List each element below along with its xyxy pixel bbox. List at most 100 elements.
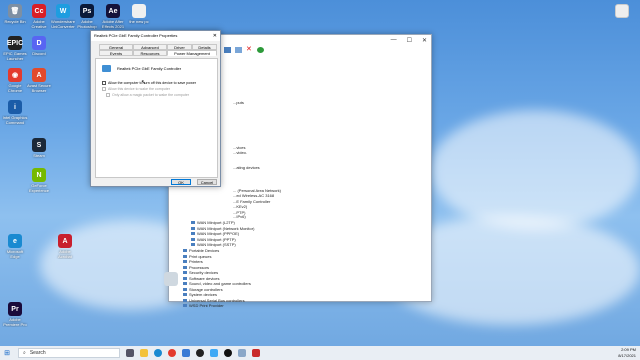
properties-dialog: Realtek PCIe GbE Family Controller Prope…: [90, 30, 221, 187]
desktop-icon-label: Discord: [32, 51, 46, 56]
app-icon: e: [8, 234, 22, 248]
desktop-icon-photo[interactable]: [158, 272, 184, 286]
app-icon: A: [32, 68, 46, 82]
device-icon: [191, 243, 195, 247]
desktop-icon[interactable]: e Microsoft Edge: [2, 234, 28, 259]
device-icon: [183, 304, 187, 308]
tree-item-label: Sound, video and game controllers: [189, 281, 251, 286]
close-button[interactable]: ✕: [422, 37, 427, 44]
desktop-icon-label: Avast Secure Browser: [27, 83, 51, 93]
desktop-icon[interactable]: Ae Adobe After Effects 2021: [100, 4, 126, 29]
tree-item[interactable]: ...puts: [233, 100, 244, 106]
desktop-icon[interactable]: iIntel Graphics Command Center: [2, 100, 28, 125]
device-manager-taskbar-icon[interactable]: [238, 349, 246, 357]
minimize-button[interactable]: —: [391, 37, 397, 43]
checkbox[interactable]: [102, 81, 106, 85]
app-icon: N: [32, 168, 46, 182]
device-icon: [183, 266, 187, 270]
tree-item-label: System devices: [189, 292, 218, 297]
app-icon[interactable]: [210, 349, 218, 357]
tree-item-label: WAN Miniport (PPPOE): [197, 231, 240, 236]
app-icon: 🗑: [8, 4, 22, 18]
maximize-button[interactable]: ☐: [407, 37, 412, 44]
search-box[interactable]: ⌕ Search: [18, 348, 120, 358]
tab-power-management[interactable]: Power Management: [167, 50, 217, 56]
device-icon: [191, 238, 195, 242]
desktop-icon-label: Microsoft Edge: [6, 249, 24, 259]
desktop-icon[interactable]: 🗑 Recycle Bin: [2, 4, 28, 29]
task-view-icon[interactable]: [126, 349, 134, 357]
desktop-icon-label: Recycle Bin: [4, 19, 26, 24]
desktop-icon[interactable]: the new pc: [126, 4, 152, 29]
file-explorer-icon[interactable]: [140, 349, 148, 357]
toolbar: ✕: [224, 46, 264, 55]
desktop-icon[interactable]: W Wondershare UniConverter: [50, 4, 76, 29]
app-icon: A: [58, 234, 72, 248]
device-name: Realtek PCIe GbE Family Controller: [117, 66, 182, 71]
dialog-title: Realtek PCIe GbE Family Controller Prope…: [94, 33, 178, 38]
desktop-icon-label: Adobe Premiere Pro: [3, 317, 27, 327]
ok-button[interactable]: OK: [171, 179, 191, 185]
cancel-button[interactable]: Cancel: [197, 179, 217, 185]
desktop-icon[interactable]: D Discord: [26, 36, 52, 61]
desktop-icon[interactable]: A Avast Secure Browser: [26, 68, 52, 93]
checkbox: [102, 87, 106, 91]
device-icon: [191, 227, 195, 231]
tree-item-label: WAN Miniport (L2TP): [197, 220, 235, 225]
device-icon: [183, 255, 187, 259]
tree-item[interactable]: ...ating devices: [233, 165, 260, 171]
app-icon[interactable]: [252, 349, 260, 357]
desktop-icon-label: Adobe Acrobat: [58, 249, 72, 259]
tree-item-label: Printers: [189, 259, 203, 264]
device-icon: [183, 288, 187, 292]
app-icon: Ae: [106, 4, 120, 18]
tree-item[interactable]: WSD Print Provider: [183, 303, 224, 309]
desktop-icon[interactable]: ◉ Google Chrome: [2, 68, 28, 93]
taskbar: ⊞ ⌕ Search 2:09 PM 8/17/2021: [0, 346, 640, 360]
desktop-icon-label: Steam: [33, 153, 45, 158]
system-clock[interactable]: 2:09 PM 8/17/2021: [618, 347, 636, 359]
uninstall-icon[interactable]: ✕: [246, 46, 253, 53]
desktop-icon[interactable]: Ps Adobe Photoshop: [74, 4, 100, 29]
desktop-icon[interactable]: S Steam: [26, 138, 52, 163]
tree-item-label: WAN Miniport (SSTP): [197, 242, 236, 247]
desktop-icon[interactable]: Pr Adobe Premiere Pro: [2, 302, 28, 327]
tab-resources[interactable]: Resources: [133, 50, 167, 56]
device-header: Realtek PCIe GbE Family Controller: [102, 65, 181, 72]
tree-item-label: Portable Devices: [189, 248, 220, 253]
device-icon: [191, 232, 195, 236]
desktop-folder-icon[interactable]: [609, 4, 635, 18]
option-allow-turn-off[interactable]: Allow the computer to turn off this devi…: [102, 81, 196, 85]
desktop-icon[interactable]: N GeForce Experience: [26, 168, 52, 193]
tab-events[interactable]: Events: [99, 50, 133, 56]
mouse-cursor-icon: ↖: [141, 80, 147, 86]
toolbar-icon[interactable]: [224, 47, 231, 53]
edge-icon[interactable]: [154, 349, 162, 357]
device-icon: [183, 293, 187, 297]
download-icon[interactable]: [257, 47, 264, 53]
xbox-icon[interactable]: [196, 349, 204, 357]
store-icon[interactable]: [182, 349, 190, 357]
app-icon: ◉: [8, 68, 22, 82]
desktop-icon[interactable]: CcAdobe Creative Cloud: [26, 4, 52, 29]
desktop-icon[interactable]: EPIC EPIC Games Launcher: [2, 36, 28, 61]
toolbar-icon[interactable]: [235, 47, 242, 53]
desktop-icon-label: Adobe After Effects 2021: [101, 19, 125, 29]
chrome-icon[interactable]: [168, 349, 176, 357]
checkbox: [106, 93, 110, 97]
option-magic-packet: Only allow a magic packet to wake the co…: [106, 93, 189, 97]
tree-item-label: ...IPv6): [233, 214, 246, 219]
dialog-title-bar: Realtek PCIe GbE Family Controller Prope…: [91, 31, 220, 41]
tree-item[interactable]: ...video.: [233, 150, 247, 156]
desktop-icon-label: GeForce Experience: [28, 183, 49, 193]
tree-item-label: ...puts: [233, 100, 244, 105]
windows-start-icon[interactable]: ⊞: [0, 346, 14, 360]
option-allow-wake: Allow this device to wake the computer: [102, 87, 170, 91]
app-icon: Ps: [80, 4, 94, 18]
tree-item-label: ...ating devices: [233, 165, 260, 170]
dialog-close-icon[interactable]: ✕: [213, 31, 220, 41]
desktop-icon[interactable]: A Adobe Acrobat: [52, 234, 78, 259]
app-icon: Cc: [32, 4, 46, 18]
desktop-icon-label: Adobe Creative Cloud: [31, 19, 47, 29]
app-icon[interactable]: [224, 349, 232, 357]
